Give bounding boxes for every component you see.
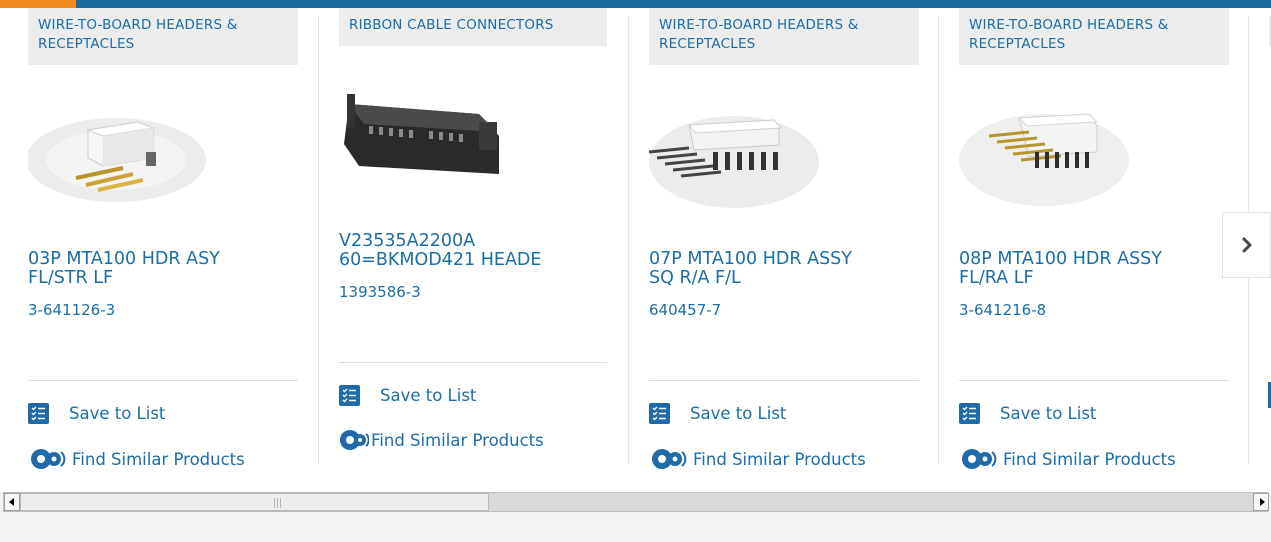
save-to-list-label: Save to List [690,403,787,423]
find-similar-button[interactable]: Find Similar Products [959,445,1176,473]
gears-icon [649,446,691,472]
product-carousel: WIRE-TO-BOARD HEADERS & RECEPTACLES 03P … [0,0,1271,492]
product-image[interactable] [26,70,298,220]
find-similar-label: Find Similar Products [72,449,245,469]
scroll-left-arrow[interactable] [4,493,20,511]
scroll-right-arrow[interactable] [1253,493,1269,511]
product-image[interactable] [959,70,1229,220]
category-label: WIRE-TO-BOARD HEADERS & RECEPTACLES [649,8,919,65]
column-divider [628,16,629,464]
part-number[interactable]: 3-641126-3 [28,301,115,319]
checklist-icon [28,402,49,424]
save-to-list-button[interactable]: Save to List [649,399,786,427]
product-card: WIRE-TO-BOARD HEADERS & RECEPTACLES 07P … [648,0,919,473]
divider-line [339,362,607,363]
divider-line [649,380,919,381]
checklist-icon [649,402,670,424]
column-divider [938,16,939,464]
find-similar-button[interactable]: Find Similar Products [649,445,866,473]
product-card: WIRE-TO-BOARD HEADERS & RECEPTACLES 03P … [26,0,298,473]
category-label: WIRE-TO-BOARD HEADERS & RECEPTACLES [959,8,1229,65]
save-to-list-button[interactable]: Save to List [959,399,1096,427]
save-to-list-label: Save to List [1000,403,1097,423]
product-card: WIRE-TO-BOARD HEADERS & RECEPTACLES 08P … [959,0,1229,470]
chevron-right-icon [1242,237,1251,253]
save-to-list-label: Save to List [380,385,477,405]
product-title[interactable]: 08P MTA100 HDR ASSY FL/RA LF [959,250,1229,288]
gears-icon [339,427,370,453]
gears-icon [28,446,70,472]
product-title[interactable]: V23535A2200A 60=BKMOD421 HEADE [339,232,609,270]
find-similar-label: Find Similar Products [1003,449,1176,469]
save-to-list-button[interactable]: Save to List [28,399,165,427]
find-similar-label: Find Similar Products [693,449,866,469]
product-card: RIBBON CABLE CONNECTORS V23535A2200A 60=… [339,0,607,470]
save-to-list-button[interactable]: Save to List [339,381,476,409]
carousel-next-button[interactable] [1222,212,1271,278]
part-number[interactable]: 640457-7 [649,301,721,319]
checklist-icon [959,402,980,424]
save-to-list-label: Save to List [69,403,166,423]
gears-icon [959,446,1001,472]
product-image[interactable] [339,74,609,224]
product-image[interactable] [648,70,919,220]
divider-line [959,380,1229,381]
find-similar-label: Find Similar Products [371,430,544,450]
checklist-icon [339,384,360,406]
divider-line [28,380,298,381]
product-title[interactable]: 03P MTA100 HDR ASY FL/STR LF [28,250,298,288]
product-title[interactable]: 07P MTA100 HDR ASSY SQ R/A F/L [649,250,919,288]
part-number[interactable]: 3-641216-8 [959,301,1046,319]
category-label: WIRE-TO-BOARD HEADERS & RECEPTACLES [28,8,298,65]
column-divider [318,16,319,464]
scrollbar-thumb[interactable] [20,493,489,511]
category-label: RIBBON CABLE CONNECTORS [339,8,607,46]
part-number[interactable]: 1393586-3 [339,283,421,301]
horizontal-scrollbar[interactable] [0,492,1271,515]
find-similar-button[interactable]: Find Similar Products [28,445,245,473]
find-similar-button[interactable]: Find Similar Products [339,426,544,454]
